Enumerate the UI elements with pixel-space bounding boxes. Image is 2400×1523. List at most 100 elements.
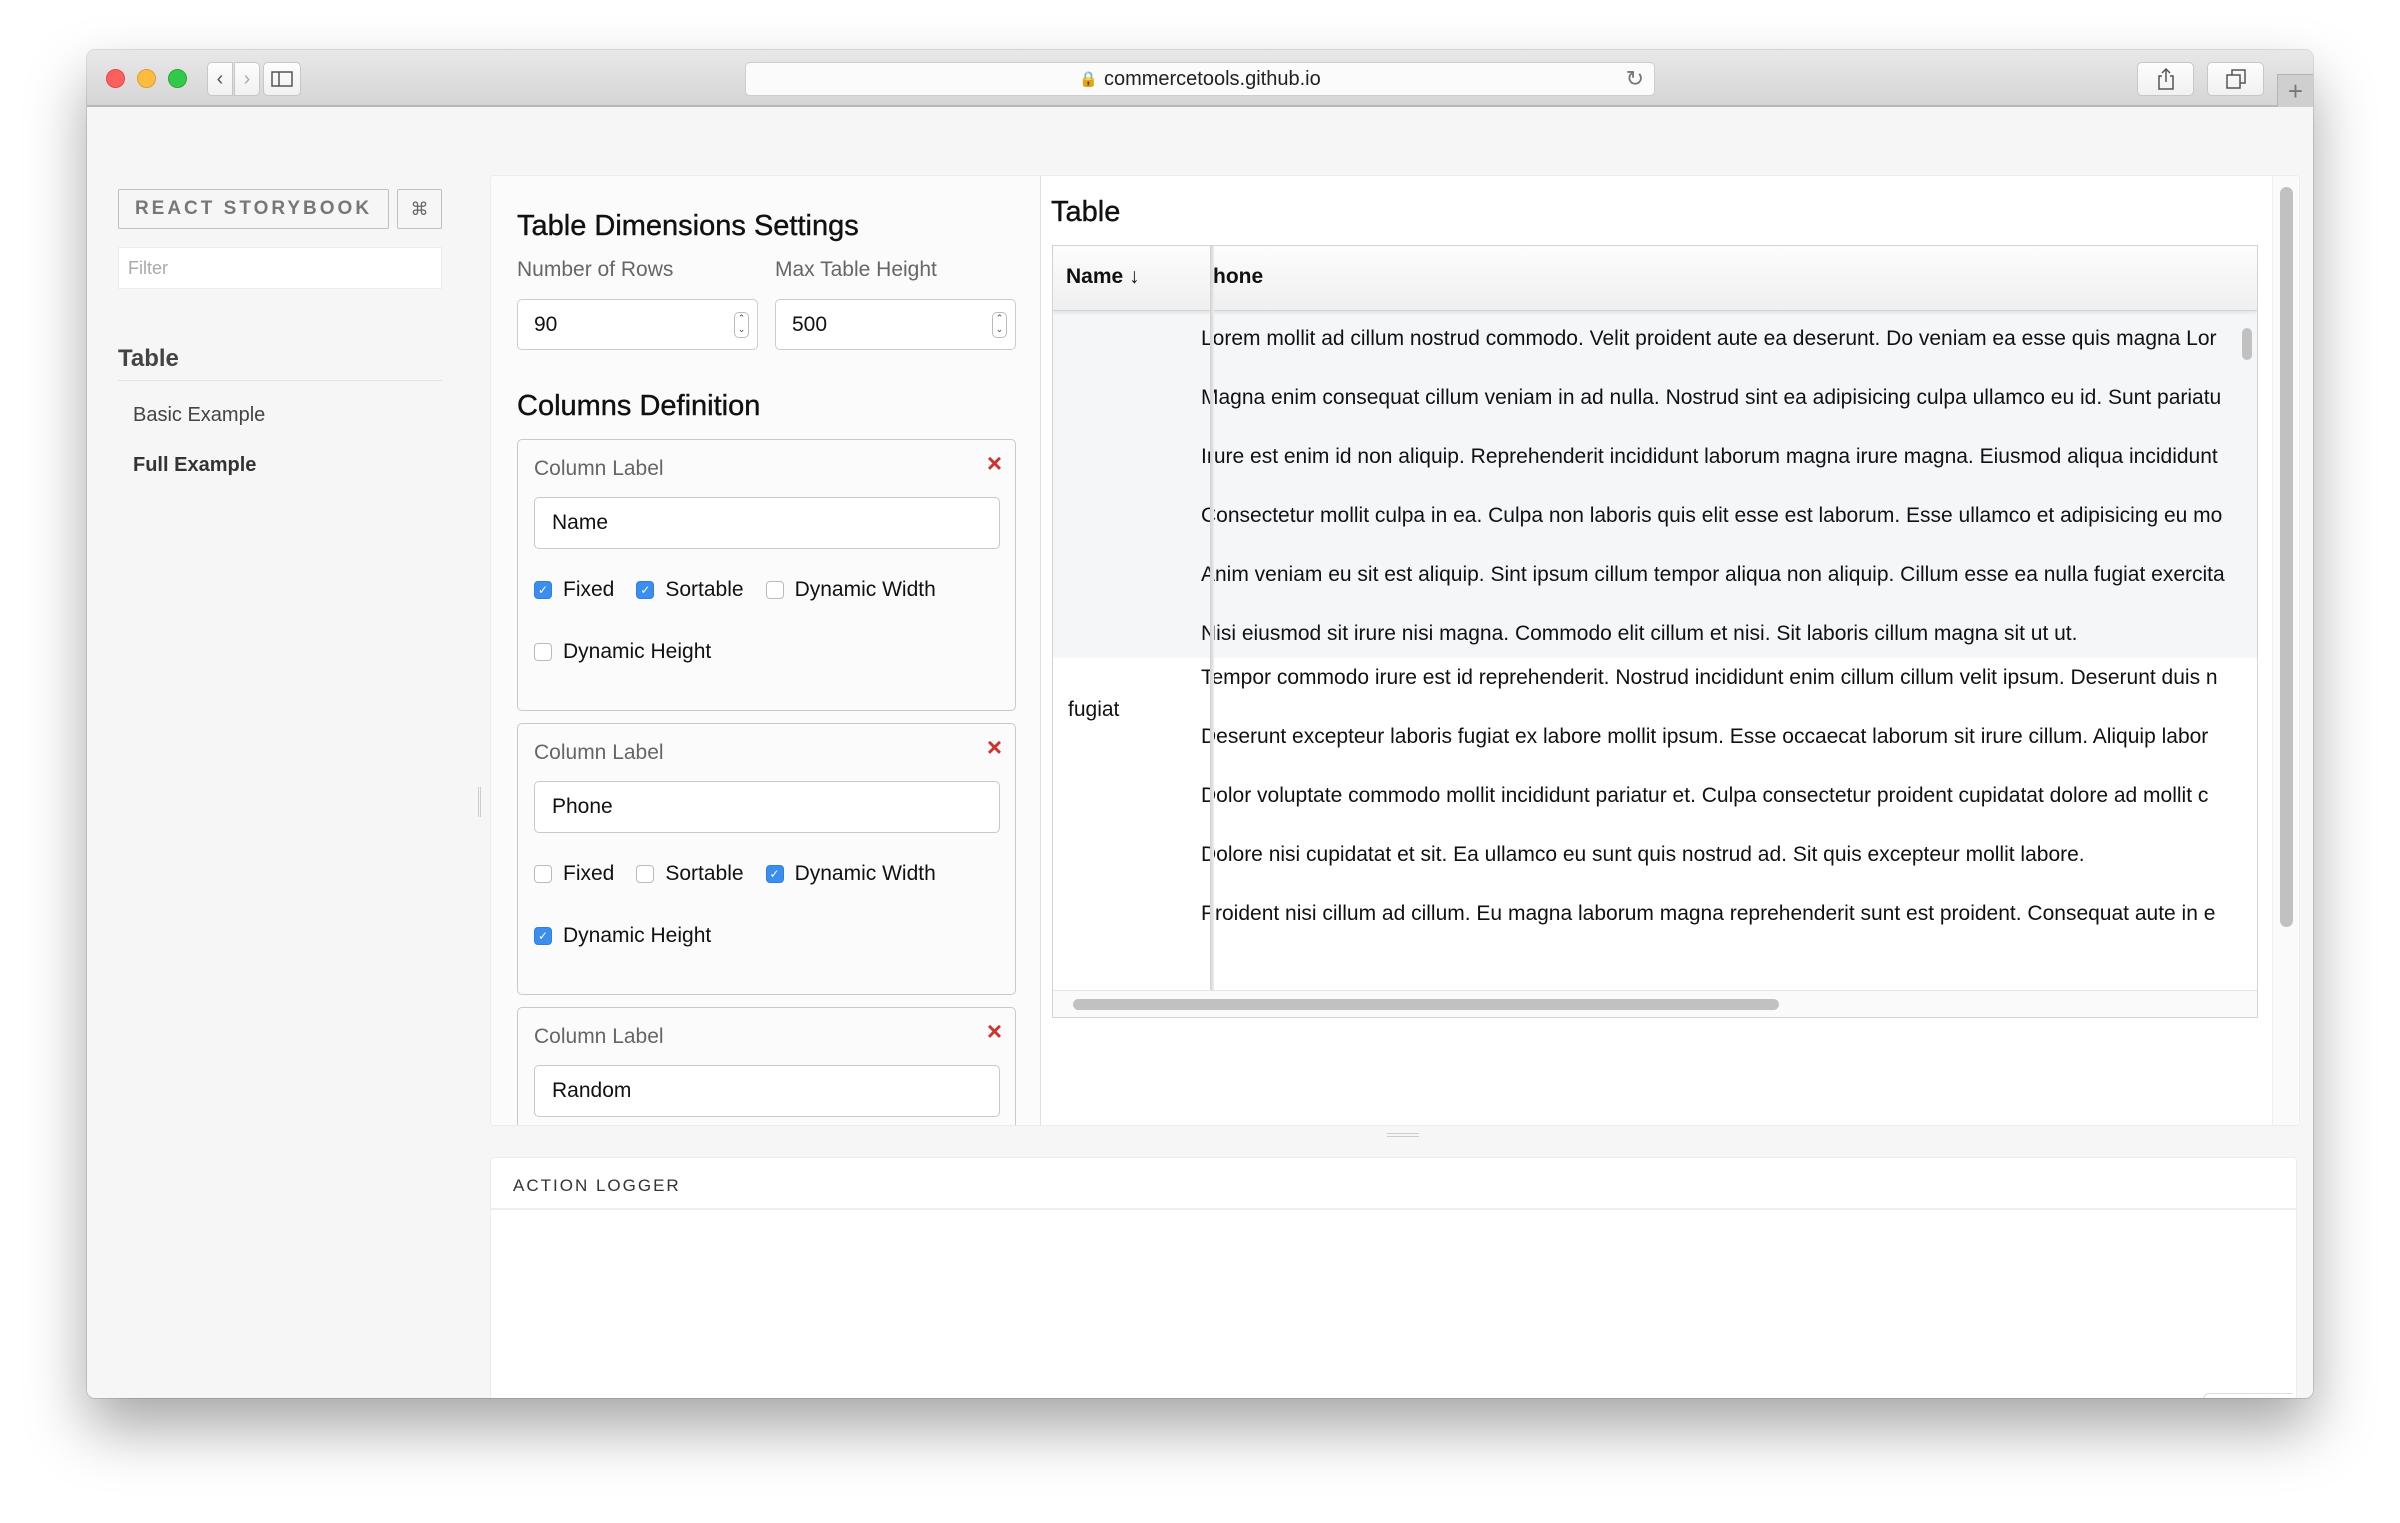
scrollbar-thumb[interactable] [2280, 187, 2293, 927]
cell-text-line: Irure est enim id non aliquip. Reprehend… [1201, 445, 2218, 468]
rows-stepper[interactable]: ⌃ ⌄ [734, 312, 749, 338]
table-heading: Table [1051, 196, 1121, 228]
minimize-window-button[interactable] [137, 69, 156, 88]
table-row: fugiat Tempor commodo irure est id repre… [1053, 658, 2257, 990]
header-name[interactable]: Name ↓ [1066, 265, 1140, 289]
browser-window: ‹ › 🔒 commercetools.github.io ↻ + REACT … [87, 50, 2313, 1398]
rows-input[interactable]: 90 ⌃ ⌄ [517, 299, 758, 350]
checkbox-icon[interactable] [636, 865, 655, 883]
rows-value: 90 [534, 312, 558, 336]
back-button[interactable]: ‹ [207, 62, 233, 96]
panel-resize-handle[interactable] [1387, 1133, 1419, 1137]
table-vertical-scrollbar[interactable] [2242, 328, 2252, 360]
column-label-caption: Column Label [534, 1025, 664, 1048]
data-table: Name ↓ hone ure eiusmod tempor excepteur… [1052, 245, 2258, 1018]
cell-text-line: Lorem mollit ad cillum nostrud commodo. … [1201, 327, 2217, 350]
checkbox-icon[interactable] [534, 865, 552, 883]
table-row: ure eiusmod tempor excepteur. Velit veni… [1053, 282, 2257, 658]
table-header: Name ↓ hone [1053, 246, 2257, 311]
remove-column-icon[interactable]: × [987, 450, 1002, 476]
cell-text-line: Magna enim consequat cillum veniam in ad… [1201, 386, 2222, 409]
max-height-stepper[interactable]: ⌃ ⌄ [992, 312, 1007, 338]
cell-text-line: Anim veniam eu sit est aliquip. Sint ips… [1201, 563, 2225, 586]
sortable-checkbox[interactable]: ✓ Sortable [636, 578, 744, 602]
max-height-label: Max Table Height [775, 258, 937, 281]
fixed-column-divider [1210, 246, 1214, 990]
checkbox-icon[interactable]: ✓ [534, 927, 552, 945]
cell-text-line: Consectetur mollit culpa in ea. Culpa no… [1201, 504, 2223, 527]
sidebar-resize-handle[interactable] [478, 787, 481, 817]
share-button[interactable] [2137, 62, 2194, 96]
dynamic-height-checkbox[interactable]: Dynamic Height [534, 640, 711, 664]
tabs-icon [2225, 69, 2246, 89]
sidebar-icon [271, 71, 293, 87]
action-logger-panel: ACTION LOGGER CLEAR [490, 1157, 2297, 1398]
checkbox-icon[interactable]: ✓ [636, 581, 655, 599]
column-label-input[interactable]: Name [534, 497, 1000, 549]
cell-text-line: Dolor voluptate commodo mollit incididun… [1201, 784, 2209, 807]
column-card: Column Label × Phone Fixed Sortable ✓ Dyn… [517, 723, 1016, 995]
preview-vertical-scrollbar[interactable] [2272, 176, 2298, 1125]
story-kind-table[interactable]: Table [118, 345, 442, 381]
plus-icon: + [2287, 75, 2304, 106]
dynamic-height-checkbox[interactable]: ✓ Dynamic Height [534, 924, 711, 948]
clear-button[interactable]: CLEAR [2203, 1393, 2293, 1398]
dynamic-width-checkbox[interactable]: Dynamic Width [765, 578, 936, 602]
max-height-input[interactable]: 500 ⌃ ⌄ [775, 299, 1016, 350]
column-label-caption: Column Label [534, 457, 664, 480]
browser-toolbar: ‹ › 🔒 commercetools.github.io ↻ + [87, 50, 2313, 107]
reload-icon[interactable]: ↻ [1626, 66, 1644, 92]
column-label-input[interactable]: Phone [534, 781, 1000, 833]
cell-name: fugiat [1068, 698, 1120, 721]
scrollbar-thumb[interactable] [1073, 999, 1779, 1010]
checkbox-icon[interactable] [534, 643, 552, 661]
remove-column-icon[interactable]: × [987, 734, 1002, 760]
max-height-value: 500 [792, 312, 828, 336]
dimensions-heading: Table Dimensions Settings [517, 210, 859, 242]
storybook-page: REACT STORYBOOK ⌘ Table Basic Example Fu… [87, 107, 2313, 1398]
fixed-checkbox[interactable]: Fixed [534, 862, 614, 886]
show-tabs-button[interactable] [2207, 62, 2264, 96]
columns-heading: Columns Definition [517, 390, 761, 422]
forward-button[interactable]: › [234, 62, 260, 96]
close-window-button[interactable] [106, 69, 125, 88]
keyboard-shortcuts-button[interactable]: ⌘ [397, 189, 442, 229]
column-label-input[interactable]: Random [534, 1065, 1000, 1117]
checkbox-icon[interactable] [765, 581, 784, 599]
remove-column-icon[interactable]: × [987, 1018, 1002, 1044]
sortable-checkbox[interactable]: Sortable [636, 862, 744, 886]
column-card: Column Label × Random [517, 1007, 1016, 1125]
lock-icon: 🔒 [1079, 71, 1098, 88]
url-text: commercetools.github.io [1103, 67, 1321, 90]
dynamic-width-checkbox[interactable]: ✓ Dynamic Width [765, 862, 936, 886]
action-logger-header: ACTION LOGGER [491, 1158, 2296, 1210]
cell-text-line: Dolore nisi cupidatat et sit. Ea ullamco… [1201, 843, 2085, 866]
share-icon [2157, 68, 2174, 90]
table-body: ure eiusmod tempor excepteur. Velit veni… [1053, 282, 2257, 990]
header-phone[interactable]: hone [1213, 265, 1263, 289]
cell-text-line: Tempor commodo irure est id reprehenderi… [1201, 666, 2218, 689]
cell-text-line: Deserunt excepteur laboris fugiat ex lab… [1201, 725, 2209, 748]
chevron-right-icon: › [243, 67, 251, 90]
action-logger-tab[interactable]: ACTION LOGGER [513, 1176, 681, 1196]
zoom-window-button[interactable] [168, 69, 187, 88]
storybook-title-button[interactable]: REACT STORYBOOK [118, 189, 389, 229]
fixed-checkbox[interactable]: ✓ Fixed [534, 578, 614, 602]
settings-panel: Table Dimensions Settings Number of Rows… [491, 176, 1041, 1125]
new-tab-button[interactable]: + [2277, 74, 2313, 107]
table-horizontal-scrollbar[interactable] [1053, 990, 2257, 1017]
rows-label: Number of Rows [517, 258, 674, 281]
address-bar[interactable]: 🔒 commercetools.github.io ↻ [745, 62, 1655, 96]
story-basic-example[interactable]: Basic Example [133, 404, 265, 427]
sidebar-toggle-button[interactable] [263, 62, 301, 96]
column-label-caption: Column Label [534, 741, 664, 764]
sort-descending-icon: ↓ [1129, 265, 1140, 288]
story-full-example[interactable]: Full Example [133, 454, 256, 477]
chevron-left-icon: ‹ [216, 67, 224, 90]
checkbox-icon[interactable]: ✓ [765, 865, 784, 883]
story-preview: Table Dimensions Settings Number of Rows… [490, 175, 2300, 1126]
filter-input[interactable] [118, 247, 442, 289]
column-card: Column Label × Name ✓ Fixed ✓ Sortable Dyn… [517, 439, 1016, 711]
cell-text-line: Proident nisi cillum ad cillum. Eu magna… [1201, 902, 2216, 925]
checkbox-icon[interactable]: ✓ [534, 581, 552, 599]
